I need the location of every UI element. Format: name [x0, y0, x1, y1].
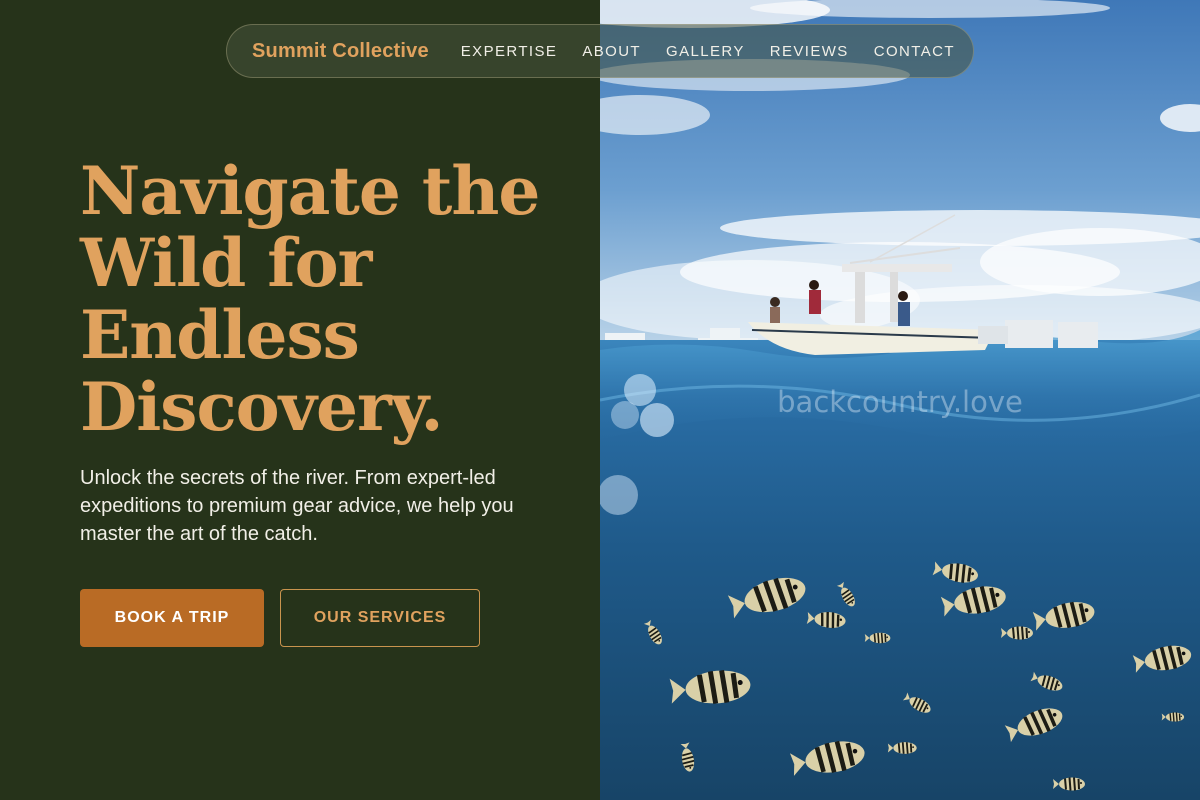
nav-link-contact[interactable]: CONTACT — [874, 43, 955, 60]
brand-logo[interactable]: Summit Collective — [252, 40, 429, 63]
headline-line-4: Discovery. — [80, 368, 444, 446]
headline-line-2: Wild for — [80, 224, 372, 302]
nav-link-gallery[interactable]: GALLERY — [666, 43, 745, 60]
nav-link-expertise[interactable]: EXPERTISE — [461, 43, 558, 60]
headline-line-1: Navigate the — [80, 152, 540, 230]
hero-subtext: Unlock the secrets of the river. From ex… — [80, 467, 514, 545]
top-nav: Summit Collective EXPERTISE ABOUT GALLER… — [226, 24, 974, 78]
nav-link-reviews[interactable]: REVIEWS — [770, 43, 849, 60]
our-services-button[interactable]: OUR SERVICES — [280, 589, 480, 647]
nav-link-about[interactable]: ABOUT — [582, 43, 641, 60]
hero-headline: Navigate the Wild for Endless Discovery. — [80, 155, 560, 443]
watermark: backcountry.love — [777, 385, 1023, 419]
headline-line-3: Endless — [80, 296, 360, 374]
book-trip-button[interactable]: BOOK A TRIP — [80, 589, 264, 647]
nav-links: EXPERTISE ABOUT GALLERY REVIEWS CONTACT — [461, 43, 955, 60]
hero-image: backcountry.love — [600, 0, 1200, 800]
